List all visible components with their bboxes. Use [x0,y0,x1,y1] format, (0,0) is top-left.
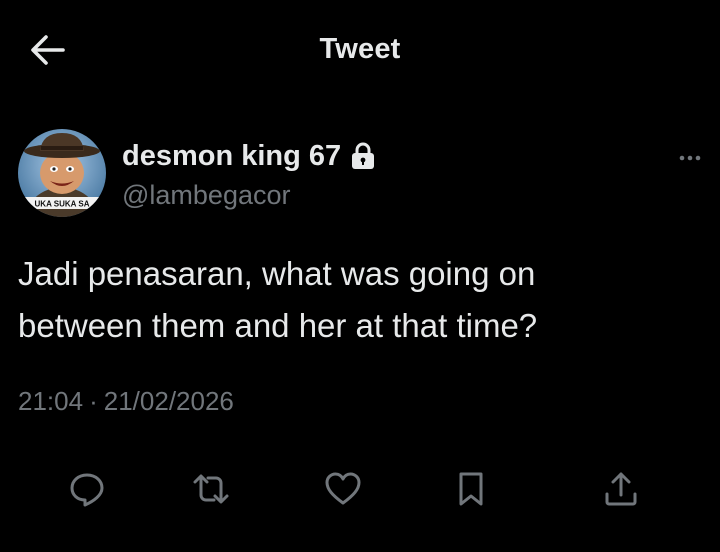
tweet-text: Jadi penasaran, what was going on betwee… [18,255,538,344]
tweet-time: 21:04 [18,386,84,416]
meta-separator: · [89,386,98,416]
heart-icon [325,472,361,505]
retweet-icon [193,474,229,504]
tweet-timestamp[interactable]: 21:04 · 21/02/2026 [18,386,234,417]
author-display-name[interactable]: desmon king 67 [122,140,341,173]
reply-icon [70,473,104,507]
bookmark-button[interactable] [446,464,496,514]
avatar[interactable]: UKA SUKA SA [18,129,106,217]
reply-button[interactable] [62,464,112,514]
action-bar [0,464,720,514]
avatar-image: UKA SUKA SA [18,129,106,217]
like-button[interactable] [318,464,368,514]
tweet-detail-screen: Tweet UKA SUKA SA desmon king 67 @lambeg… [0,0,720,552]
author-name-row: desmon king 67 [122,138,375,174]
retweet-button[interactable] [186,464,236,514]
page-title: Tweet [319,33,401,65]
top-bar: Tweet [0,0,720,100]
share-button[interactable] [596,464,646,514]
tweet-date: 21/02/2026 [103,386,234,416]
lock-icon [351,142,375,170]
bookmark-icon [459,472,483,506]
svg-text:UKA SUKA SA: UKA SUKA SA [35,200,90,209]
author-handle[interactable]: @lambegacor [122,180,291,211]
more-button[interactable] [672,146,708,170]
share-icon [605,472,637,506]
more-horizontal-icon [679,155,701,161]
